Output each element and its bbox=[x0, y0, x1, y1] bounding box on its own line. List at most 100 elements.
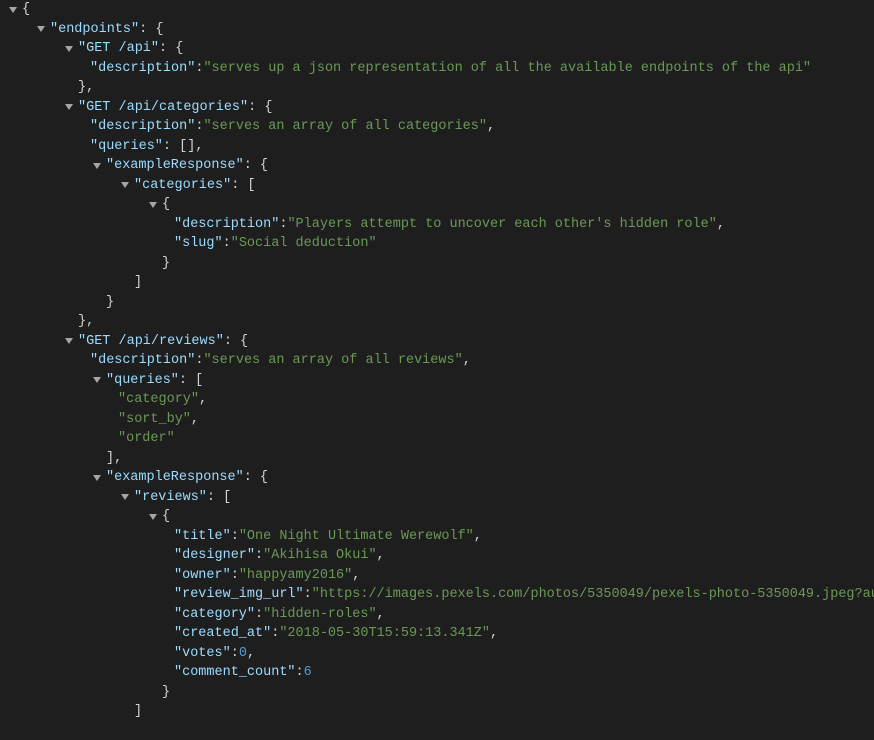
json-punctuation: : bbox=[231, 644, 239, 664]
json-punctuation: : { bbox=[244, 156, 268, 176]
json-key[interactable]: "categories" bbox=[134, 176, 231, 196]
json-line: { bbox=[0, 507, 874, 527]
collapse-toggle-icon[interactable] bbox=[6, 0, 20, 20]
json-punctuation: , bbox=[247, 644, 255, 664]
json-punctuation: } bbox=[162, 683, 170, 703]
json-punctuation: , bbox=[199, 390, 207, 410]
json-line: } bbox=[0, 683, 874, 703]
json-line: "sort_by", bbox=[0, 410, 874, 430]
json-key[interactable]: "GET /api/categories" bbox=[78, 98, 248, 118]
json-key[interactable]: "GET /api/reviews" bbox=[78, 332, 224, 352]
json-key[interactable]: "reviews" bbox=[134, 488, 207, 508]
json-line: "queries": [ bbox=[0, 371, 874, 391]
json-line: "queries": [], bbox=[0, 137, 874, 157]
json-punctuation: : bbox=[195, 117, 203, 137]
json-punctuation: , bbox=[352, 566, 360, 586]
json-line: "exampleResponse": { bbox=[0, 468, 874, 488]
json-key[interactable]: "exampleResponse" bbox=[106, 468, 244, 488]
json-punctuation: { bbox=[162, 195, 170, 215]
json-string-value: "serves an array of all categories" bbox=[203, 117, 487, 137]
collapse-toggle-icon[interactable] bbox=[62, 39, 76, 59]
json-punctuation: , bbox=[463, 351, 471, 371]
json-punctuation: : [ bbox=[179, 371, 203, 391]
json-punctuation: ] bbox=[134, 273, 142, 293]
json-punctuation: , bbox=[490, 624, 498, 644]
json-key[interactable]: "category" bbox=[174, 605, 255, 625]
json-line: "owner": "happyamy2016", bbox=[0, 566, 874, 586]
json-key[interactable]: "description" bbox=[90, 351, 195, 371]
json-key[interactable]: "queries" bbox=[106, 371, 179, 391]
json-string-value: "https://images.pexels.com/photos/535004… bbox=[312, 585, 874, 605]
json-punctuation: : bbox=[195, 59, 203, 79]
json-string-value: "sort_by" bbox=[118, 410, 191, 430]
json-key[interactable]: "review_img_url" bbox=[174, 585, 304, 605]
json-punctuation: : { bbox=[248, 98, 272, 118]
json-line: "created_at": "2018-05-30T15:59:13.341Z"… bbox=[0, 624, 874, 644]
json-punctuation: } bbox=[106, 293, 114, 313]
json-punctuation: ] bbox=[134, 702, 142, 722]
json-line: "comment_count": 6 bbox=[0, 663, 874, 683]
json-key[interactable]: "owner" bbox=[174, 566, 231, 586]
json-key[interactable]: "votes" bbox=[174, 644, 231, 664]
json-string-value: "Players attempt to uncover each other's… bbox=[287, 215, 716, 235]
json-key[interactable]: "exampleResponse" bbox=[106, 156, 244, 176]
json-key[interactable]: "description" bbox=[90, 59, 195, 79]
collapse-toggle-icon[interactable] bbox=[62, 332, 76, 352]
json-punctuation: : [], bbox=[163, 137, 204, 157]
json-line: "description": "serves up a json represe… bbox=[0, 59, 874, 79]
json-string-value: "category" bbox=[118, 390, 199, 410]
json-punctuation: : [ bbox=[231, 176, 255, 196]
json-punctuation: : { bbox=[139, 20, 163, 40]
json-line: "slug": "Social deduction" bbox=[0, 234, 874, 254]
json-key[interactable]: "queries" bbox=[90, 137, 163, 157]
json-key[interactable]: "comment_count" bbox=[174, 663, 296, 683]
json-tree-viewer: {"endpoints": {"GET /api": {"description… bbox=[0, 0, 874, 722]
collapse-toggle-icon[interactable] bbox=[90, 468, 104, 488]
json-line: ] bbox=[0, 702, 874, 722]
json-line: "reviews": [ bbox=[0, 488, 874, 508]
json-string-value: "serves an array of all reviews" bbox=[203, 351, 462, 371]
json-line: ], bbox=[0, 449, 874, 469]
collapse-toggle-icon[interactable] bbox=[34, 20, 48, 40]
json-line: ] bbox=[0, 273, 874, 293]
json-line: "description": "serves an array of all c… bbox=[0, 117, 874, 137]
json-string-value: "Akihisa Okui" bbox=[263, 546, 376, 566]
json-punctuation: : bbox=[279, 215, 287, 235]
json-punctuation: , bbox=[717, 215, 725, 235]
json-line: "exampleResponse": { bbox=[0, 156, 874, 176]
json-punctuation: { bbox=[22, 0, 30, 20]
collapse-toggle-icon[interactable] bbox=[62, 98, 76, 118]
json-punctuation: }, bbox=[78, 312, 94, 332]
json-line: "category", bbox=[0, 390, 874, 410]
json-key[interactable]: "title" bbox=[174, 527, 231, 547]
json-line: "votes": 0, bbox=[0, 644, 874, 664]
json-key[interactable]: "slug" bbox=[174, 234, 223, 254]
json-punctuation: , bbox=[487, 117, 495, 137]
json-key[interactable]: "created_at" bbox=[174, 624, 271, 644]
json-line: { bbox=[0, 0, 874, 20]
json-key[interactable]: "description" bbox=[90, 117, 195, 137]
json-punctuation: : bbox=[231, 566, 239, 586]
collapse-toggle-icon[interactable] bbox=[118, 176, 132, 196]
json-punctuation: : bbox=[271, 624, 279, 644]
collapse-toggle-icon[interactable] bbox=[118, 488, 132, 508]
json-line: } bbox=[0, 254, 874, 274]
json-line: "endpoints": { bbox=[0, 20, 874, 40]
json-key[interactable]: "GET /api" bbox=[78, 39, 159, 59]
json-number-value: 0 bbox=[239, 644, 247, 664]
json-key[interactable]: "endpoints" bbox=[50, 20, 139, 40]
json-line: "categories": [ bbox=[0, 176, 874, 196]
json-punctuation: : bbox=[304, 585, 312, 605]
json-line: "category": "hidden-roles", bbox=[0, 605, 874, 625]
json-punctuation: ], bbox=[106, 449, 122, 469]
collapse-toggle-icon[interactable] bbox=[90, 156, 104, 176]
json-key[interactable]: "description" bbox=[174, 215, 279, 235]
json-key[interactable]: "designer" bbox=[174, 546, 255, 566]
collapse-toggle-icon[interactable] bbox=[146, 507, 160, 527]
json-line: "GET /api/reviews": { bbox=[0, 332, 874, 352]
json-punctuation: , bbox=[377, 546, 385, 566]
json-punctuation: : { bbox=[159, 39, 183, 59]
collapse-toggle-icon[interactable] bbox=[90, 371, 104, 391]
json-line: }, bbox=[0, 312, 874, 332]
collapse-toggle-icon[interactable] bbox=[146, 195, 160, 215]
